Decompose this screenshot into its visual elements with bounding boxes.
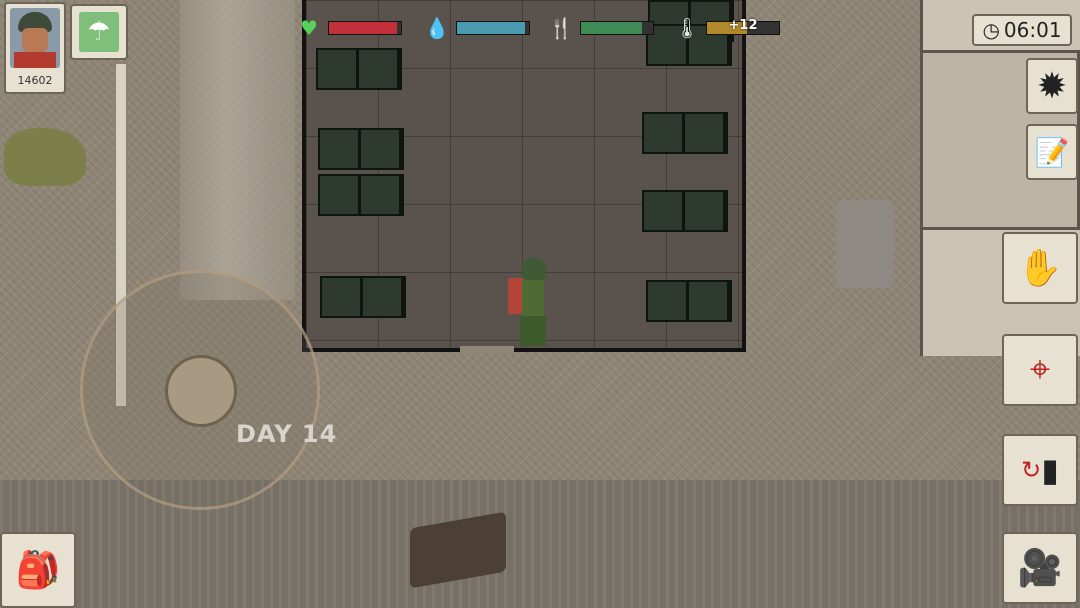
player-body (522, 280, 544, 316)
thirst-stat: 💧 (424, 16, 530, 40)
day-counter: DAY 14 (236, 420, 338, 448)
settings-gear-icon: ✹ (1036, 65, 1068, 107)
joystick-knob[interactable] (165, 355, 237, 427)
zombie[interactable] (836, 200, 894, 288)
camera-button[interactable]: 🎥 (1002, 532, 1078, 604)
camera-icon: 🎥 (1017, 548, 1063, 589)
player-portrait[interactable]: 14602 (4, 2, 66, 94)
avatar-face (22, 28, 48, 52)
fork-knife-icon: 🍴 (548, 16, 574, 40)
notes-button[interactable]: 📝 (1026, 124, 1078, 180)
heart-plus-icon: ♥ (300, 16, 318, 40)
crate[interactable] (642, 190, 728, 232)
notepad-icon: 📝 (1034, 135, 1070, 169)
clock-time: 06:01 (1003, 18, 1062, 42)
avatar (10, 8, 60, 68)
health-stat: ♥ (296, 16, 402, 40)
crate[interactable] (318, 128, 404, 170)
swap-weapon-button[interactable]: ↻ ▮ (1002, 434, 1078, 506)
avatar-collar (14, 52, 56, 68)
hunger-stat: 🍴 (548, 16, 654, 40)
crosshair-icon: ⌖ (1029, 349, 1051, 390)
hunger-fill (581, 22, 643, 34)
player-helmet (522, 258, 546, 280)
movement-joystick[interactable] (80, 270, 320, 510)
crate[interactable] (316, 48, 402, 90)
swap-weapon-icon: ↻ (1021, 456, 1042, 484)
hand-icon: ✋ (1017, 248, 1063, 289)
health-bar (328, 21, 402, 35)
game-clock: ◷ 06:01 (972, 14, 1072, 46)
road (180, 0, 295, 300)
player-score: 14602 (17, 74, 53, 87)
temperature-bar: +12 (706, 18, 780, 35)
temperature-label: +12 (728, 18, 758, 33)
interact-button[interactable]: ✋ (1002, 232, 1078, 304)
backpack-icon: 🎒 (15, 550, 61, 591)
hunger-bar (580, 21, 654, 35)
player-character (508, 258, 572, 350)
inventory-button[interactable]: 🎒 (0, 532, 76, 608)
temperature-stat: 🌡 +12 (674, 16, 780, 40)
aim-button[interactable]: ⌖ (1002, 334, 1078, 406)
parachute-icon: ☂ (79, 12, 119, 52)
water-drop-icon: 💧 (424, 16, 450, 40)
settings-button[interactable]: ✹ (1026, 58, 1078, 114)
thirst-fill (457, 22, 526, 34)
crate[interactable] (318, 174, 404, 216)
player-legs (520, 316, 546, 346)
airdrop-button[interactable]: ☂ (70, 4, 128, 60)
health-fill (329, 22, 398, 34)
clock-icon: ◷ (982, 18, 1000, 42)
crate[interactable] (646, 280, 732, 322)
crate[interactable] (320, 276, 406, 318)
thermometer-icon: 🌡 (674, 16, 700, 40)
thirst-bar (456, 21, 530, 35)
weapon-icon: ▮ (1041, 451, 1059, 489)
warehouse-door (460, 346, 514, 354)
bush (4, 128, 86, 186)
crate[interactable] (642, 112, 728, 154)
